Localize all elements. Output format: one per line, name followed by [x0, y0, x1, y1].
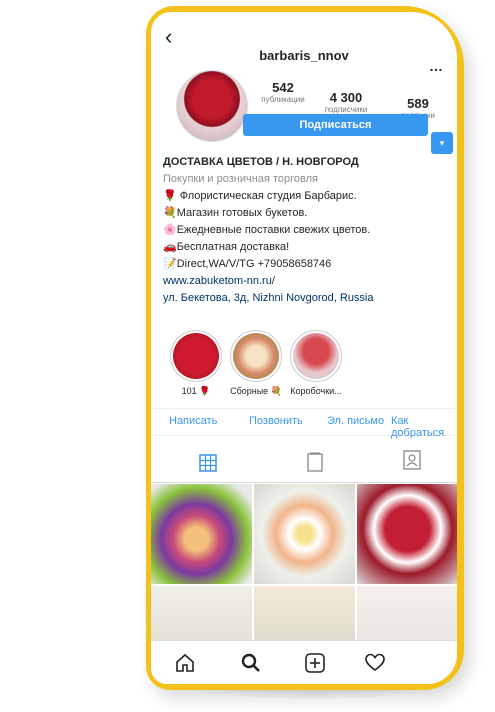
- website-link[interactable]: www.zabuketom-nn.ru/: [163, 273, 453, 290]
- bio-line: 💐Магазин готовых букетов.: [163, 207, 308, 219]
- post-thumbnail[interactable]: [254, 484, 355, 584]
- contact-actions-bar: Написать Позвонить Эл. письмо Как добрат…: [151, 408, 457, 439]
- home-icon[interactable]: [175, 653, 195, 678]
- heart-icon[interactable]: [365, 653, 385, 678]
- tagged-icon[interactable]: [403, 450, 421, 475]
- call-button[interactable]: Позвонить: [249, 415, 303, 427]
- chevron-down-icon: ▾: [439, 138, 445, 148]
- suggestions-dropdown-button[interactable]: ▾: [431, 132, 453, 154]
- followers-label: подписчики: [324, 105, 368, 114]
- instagram-profile-screen: ‹ barbaris_nnov … 542 публикации 4 300 п…: [151, 12, 457, 684]
- bio-line: 🌸Ежедневные поставки свежих цветов.: [163, 224, 371, 236]
- followers-stat[interactable]: 4 300 подписчики: [311, 90, 381, 114]
- bio-line: 🌹 Флористическая студия Барбарис.: [163, 190, 357, 202]
- followers-count: 4 300: [329, 90, 363, 105]
- highlight-cover: [170, 330, 222, 382]
- back-icon[interactable]: ‹: [165, 26, 172, 48]
- message-button[interactable]: Написать: [169, 415, 217, 427]
- address-link[interactable]: ул. Бекетова, 3д, Nizhni Novgorod, Russi…: [163, 290, 453, 307]
- highlight-boxes[interactable]: Коробочки...: [281, 330, 351, 396]
- bio: ДОСТАВКА ЦВЕТОВ / Н. НОВГОРОД Покупки и …: [163, 154, 453, 307]
- post-thumbnail[interactable]: [357, 484, 457, 584]
- highlight-cover: [290, 330, 342, 382]
- directions-button[interactable]: Как добраться: [391, 415, 457, 439]
- grid-icon[interactable]: [199, 454, 217, 477]
- profile-category: Покупки и розничная торговля: [163, 173, 318, 185]
- bio-line: 📝Direct,WA/V/TG +79058658746: [163, 258, 332, 270]
- follow-button[interactable]: Подписаться: [243, 114, 428, 136]
- following-count: 589: [407, 96, 429, 111]
- profile-username: barbaris_nnov: [259, 48, 349, 63]
- igtv-icon[interactable]: [307, 452, 323, 477]
- posts-count: 542: [272, 80, 294, 95]
- avatar[interactable]: [176, 70, 248, 142]
- profile-name: ДОСТАВКА ЦВЕТОВ / Н. НОВГОРОД: [163, 156, 359, 168]
- profile-tabs: [151, 442, 457, 483]
- posts-stat[interactable]: 542 публикации: [248, 80, 318, 104]
- post-thumbnail[interactable]: [151, 484, 252, 584]
- new-post-icon[interactable]: [305, 653, 325, 678]
- highlight-cover: [230, 330, 282, 382]
- email-button[interactable]: Эл. письмо: [327, 415, 384, 427]
- posts-label: публикации: [261, 95, 305, 104]
- highlight-label: Коробочки...: [290, 386, 342, 396]
- more-options-icon[interactable]: …: [429, 58, 444, 74]
- bio-line: 🚗Бесплатная доставка!: [163, 241, 290, 253]
- bottom-navigation: [151, 640, 457, 684]
- search-icon[interactable]: [241, 653, 261, 678]
